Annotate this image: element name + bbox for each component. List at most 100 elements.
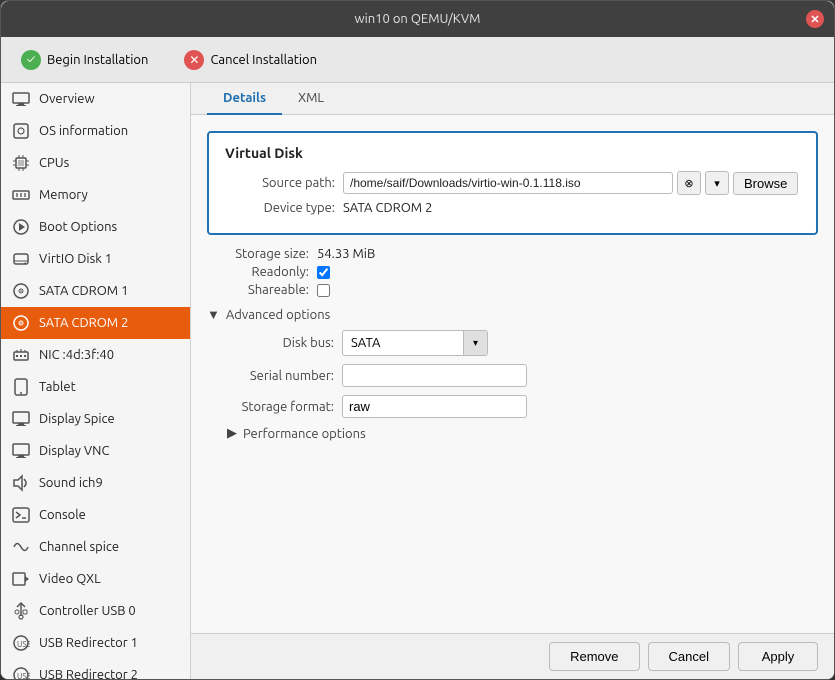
sidebar-item-sata-cdrom2[interactable]: SATA CDROM 2 — [1, 307, 190, 339]
tab-xml[interactable]: XML — [282, 83, 340, 115]
sidebar-label-cpus: CPUs — [39, 156, 69, 170]
performance-options-header[interactable]: ▶ Performance options — [207, 426, 818, 441]
cancel-icon: ✕ — [184, 50, 204, 70]
sidebar-label-console: Console — [39, 508, 86, 522]
sidebar-item-controller-usb0[interactable]: Controller USB 0 — [1, 595, 190, 627]
sidebar-item-sata-cdrom1[interactable]: SATA CDROM 1 — [1, 275, 190, 307]
readonly-checkbox-area — [317, 266, 330, 279]
content-area: Overview OS information CPUs Memory — [1, 83, 834, 679]
sidebar-item-display-spice[interactable]: Display Spice — [1, 403, 190, 435]
cancel-installation-button[interactable]: ✕ Cancel Installation — [176, 46, 325, 74]
sidebar-item-memory[interactable]: Memory — [1, 179, 190, 211]
readonly-row: Readonly: — [207, 265, 818, 279]
shareable-checkbox[interactable] — [317, 284, 330, 297]
cancel-button[interactable]: Cancel — [648, 642, 730, 671]
sidebar-item-video-qxl[interactable]: Video QXL — [1, 563, 190, 595]
remove-button[interactable]: Remove — [549, 642, 639, 671]
usb-redir1-icon: USB — [11, 633, 31, 653]
storage-size-row: Storage size: 54.33 MiB — [207, 247, 818, 261]
panel-content: Virtual Disk Source path: ⊗ ▾ Browse Dev… — [191, 115, 834, 633]
close-button[interactable]: ✕ — [806, 10, 824, 28]
shareable-row: Shareable: — [207, 283, 818, 297]
svg-text:USB: USB — [17, 672, 30, 679]
disk-bus-value: SATA — [343, 333, 463, 353]
source-path-input-row: ⊗ ▾ Browse — [343, 171, 798, 195]
bottom-bar: Remove Cancel Apply — [191, 633, 834, 679]
perf-chevron-icon: ▶ — [227, 426, 237, 441]
svg-text:USB: USB — [17, 640, 30, 649]
storage-format-input[interactable] — [342, 395, 527, 418]
advanced-options-label: Advanced options — [226, 308, 330, 322]
clear-path-button[interactable]: ⊗ — [677, 171, 701, 195]
cancel-installation-label: Cancel Installation — [210, 53, 317, 67]
readonly-checkbox[interactable] — [317, 266, 330, 279]
performance-options-label: Performance options — [243, 427, 366, 441]
sidebar-item-sound-ich9[interactable]: Sound ich9 — [1, 467, 190, 499]
display-vnc-icon — [11, 441, 31, 461]
sidebar-label-sata-cdrom2: SATA CDROM 2 — [39, 316, 128, 330]
sidebar-item-nic[interactable]: NIC :4d:3f:40 — [1, 339, 190, 371]
sidebar-item-usb-redirector1[interactable]: USB USB Redirector 1 — [1, 627, 190, 659]
source-path-label: Source path: — [225, 176, 335, 190]
source-path-row: Source path: ⊗ ▾ Browse — [225, 171, 800, 195]
cpu-icon — [11, 153, 31, 173]
dropdown-path-button[interactable]: ▾ — [705, 171, 729, 195]
serial-number-label: Serial number: — [227, 369, 342, 383]
sidebar-item-tablet[interactable]: Tablet — [1, 371, 190, 403]
nic-icon — [11, 345, 31, 365]
sidebar-item-console[interactable]: Console — [1, 499, 190, 531]
sidebar-item-usb-redirector2[interactable]: USB USB Redirector 2 — [1, 659, 190, 679]
shareable-label: Shareable: — [207, 283, 317, 297]
begin-installation-button[interactable]: ✓ Begin Installation — [13, 46, 156, 74]
storage-format-row: Storage format: — [207, 395, 818, 418]
boot-icon — [11, 217, 31, 237]
device-type-value: SATA CDROM 2 — [343, 201, 432, 215]
source-path-input[interactable] — [343, 172, 673, 194]
advanced-chevron-icon: ▼ — [207, 307, 220, 322]
sidebar-label-display-vnc: Display VNC — [39, 444, 109, 458]
sidebar-label-controller-usb0: Controller USB 0 — [39, 604, 136, 618]
sidebar-item-overview[interactable]: Overview — [1, 83, 190, 115]
readonly-label: Readonly: — [207, 265, 317, 279]
tablet-icon — [11, 377, 31, 397]
usb-icon — [11, 601, 31, 621]
memory-icon — [11, 185, 31, 205]
sidebar-item-cpus[interactable]: CPUs — [1, 147, 190, 179]
virtual-disk-box: Virtual Disk Source path: ⊗ ▾ Browse Dev… — [207, 131, 818, 235]
sidebar-label-video-qxl: Video QXL — [39, 572, 101, 586]
disk-bus-row: Disk bus: SATA ▾ — [207, 330, 818, 356]
sidebar-label-sata-cdrom1: SATA CDROM 1 — [39, 284, 128, 298]
sidebar-label-nic: NIC :4d:3f:40 — [39, 348, 114, 362]
sidebar-label-virtio-disk1: VirtIO Disk 1 — [39, 252, 112, 266]
serial-number-input[interactable] — [342, 364, 527, 387]
checkmark-icon: ✓ — [21, 50, 41, 70]
tab-details[interactable]: Details — [207, 83, 282, 115]
browse-button[interactable]: Browse — [733, 172, 798, 195]
advanced-options-header[interactable]: ▼ Advanced options — [207, 307, 818, 322]
sidebar-label-boot-options: Boot Options — [39, 220, 117, 234]
sidebar-item-channel-spice[interactable]: Channel spice — [1, 531, 190, 563]
disk-bus-select[interactable]: SATA ▾ — [342, 330, 488, 356]
sidebar-label-overview: Overview — [39, 92, 95, 106]
video-icon — [11, 569, 31, 589]
device-type-row: Device type: SATA CDROM 2 — [225, 201, 800, 215]
virtual-disk-title: Virtual Disk — [225, 145, 800, 161]
begin-installation-label: Begin Installation — [47, 53, 148, 67]
sidebar-item-display-vnc[interactable]: Display VNC — [1, 435, 190, 467]
cdrom-icon — [11, 281, 31, 301]
sidebar-item-boot-options[interactable]: Boot Options — [1, 211, 190, 243]
serial-number-row: Serial number: — [207, 364, 818, 387]
monitor-icon — [11, 89, 31, 109]
usb-redir2-icon: USB — [11, 665, 31, 679]
apply-button[interactable]: Apply — [738, 642, 818, 671]
sidebar-label-usb-redirector2: USB Redirector 2 — [39, 668, 138, 679]
display-spice-icon — [11, 409, 31, 429]
sidebar-label-display-spice: Display Spice — [39, 412, 115, 426]
sound-icon — [11, 473, 31, 493]
sidebar-item-os-info[interactable]: OS information — [1, 115, 190, 147]
sidebar-label-usb-redirector1: USB Redirector 1 — [39, 636, 138, 650]
sidebar-item-virtio-disk1[interactable]: VirtIO Disk 1 — [1, 243, 190, 275]
cdrom-active-icon — [11, 313, 31, 333]
sidebar-label-memory: Memory — [39, 188, 88, 202]
disk-bus-dropdown-arrow[interactable]: ▾ — [463, 331, 487, 355]
